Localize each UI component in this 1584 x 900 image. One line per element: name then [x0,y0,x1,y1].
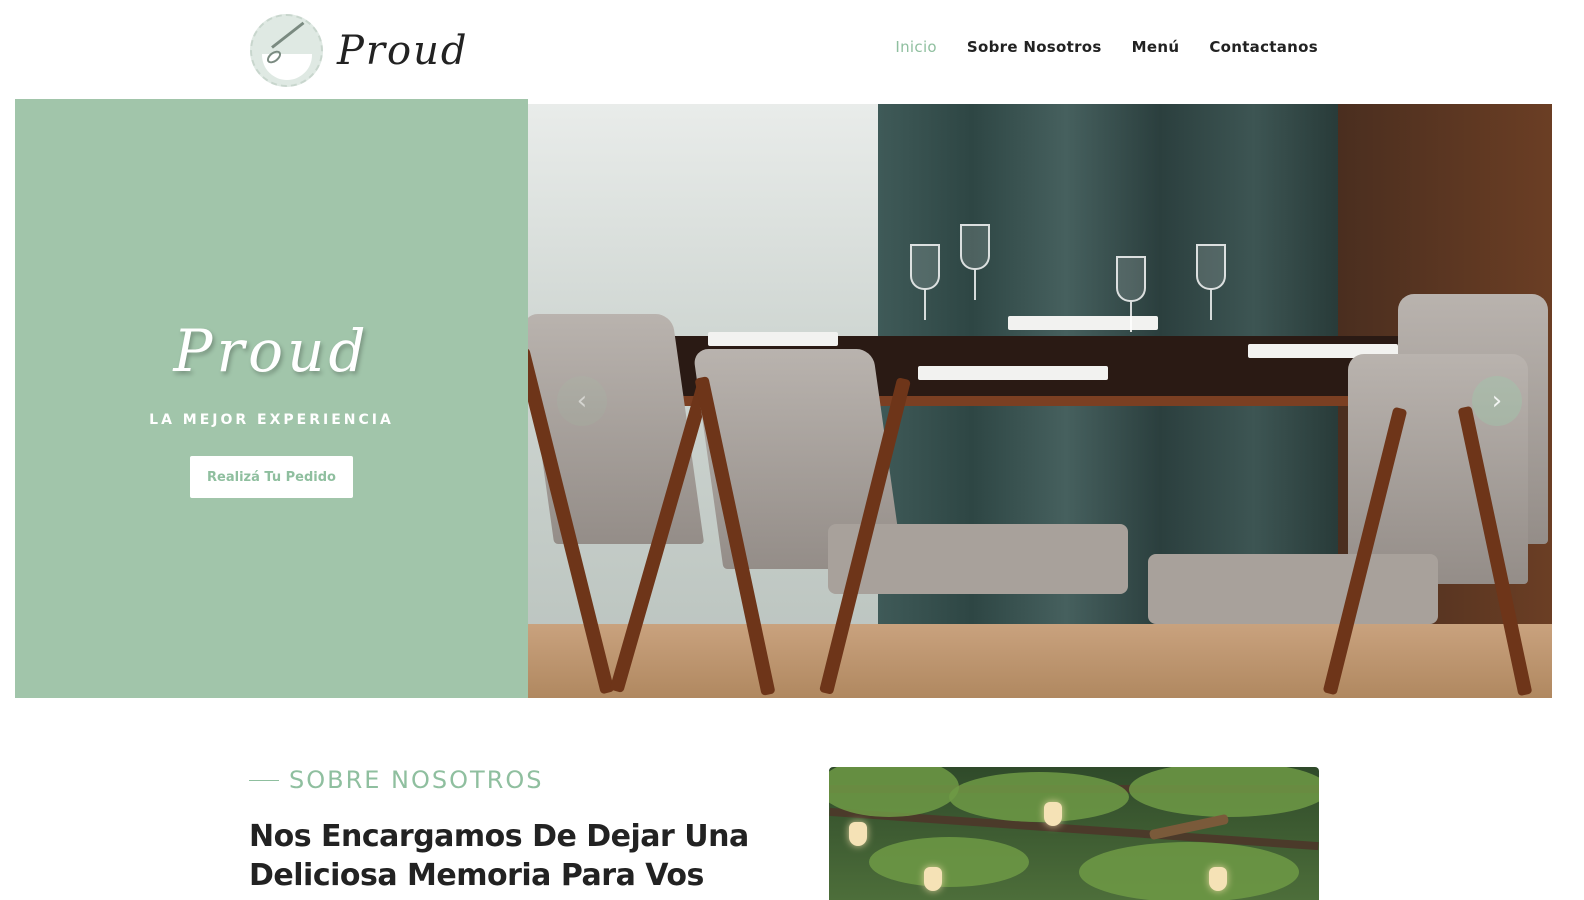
floor [528,624,1552,698]
hanging-lamp [1209,867,1227,891]
glass-stem [1130,302,1132,332]
about-eyebrow: SOBRE NOSOTROS [249,766,544,794]
whisk-handle [271,21,305,49]
glass-stem [924,290,926,320]
carousel-prev-button[interactable]: ‹ [557,376,607,426]
nav-item-contactanos[interactable]: Contactanos [1209,38,1318,56]
vine-foliage [949,772,1129,822]
chair-seat [1148,554,1438,624]
wine-glass [910,244,940,290]
logo-wordmark: Proud [337,27,469,74]
napkin [708,332,838,346]
order-button[interactable]: Realizá Tu Pedido [190,456,353,498]
site-header: Proud Inicio Sobre Nosotros Menú Contact… [0,0,1584,99]
vine-foliage [1129,767,1319,817]
about-image [829,767,1319,900]
hanging-lamp [849,822,867,846]
glass-stem [1210,290,1212,320]
hero-tagline: LA MEJOR EXPERIENCIA [149,412,394,428]
whisk-bowl-icon [250,14,323,87]
wine-glass [960,224,990,270]
napkin [918,366,1108,380]
hero-panel: Proud LA MEJOR EXPERIENCIA Realizá Tu Pe… [15,99,528,698]
vine-foliage [869,837,1029,887]
about-heading: Nos Encargamos De Dejar Una Deliciosa Me… [249,819,749,893]
nav-item-inicio[interactable]: Inicio [895,38,937,56]
about-eyebrow-label: SOBRE NOSOTROS [289,766,544,794]
chair-seat [828,524,1128,594]
glass-stem [974,270,976,300]
eyebrow-rule [249,779,279,781]
vine-foliage [829,767,959,817]
hanging-lamp [1044,802,1062,826]
hanging-lamp [924,867,942,891]
logo[interactable]: Proud [250,14,468,87]
napkin [1008,316,1158,330]
wine-glass [1116,256,1146,302]
carousel-next-button[interactable]: › [1472,376,1522,426]
main-nav: Inicio Sobre Nosotros Menú Contactanos [865,38,1318,56]
wine-glass [1196,244,1226,290]
chevron-right-icon: › [1491,386,1503,416]
nav-item-sobre-nosotros[interactable]: Sobre Nosotros [967,38,1102,56]
nav-item-menu[interactable]: Menú [1132,38,1180,56]
hero-script-title: Proud [173,317,370,385]
vine-foliage [1079,842,1299,900]
hero-slide-image [528,104,1552,698]
chevron-left-icon: ‹ [576,386,588,416]
